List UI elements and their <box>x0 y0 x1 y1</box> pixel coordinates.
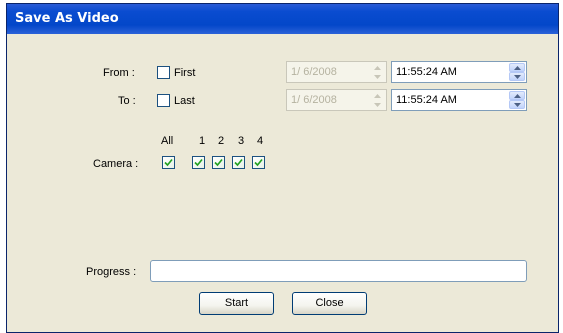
title-bar[interactable]: Save As Video <box>7 4 558 34</box>
check-icon <box>234 158 243 167</box>
save-as-video-dialog: Save As Video From : First 1/ 6/2008 11:… <box>6 3 559 333</box>
check-icon <box>254 158 263 167</box>
camera-3-checkbox[interactable] <box>232 156 245 169</box>
progress-bar <box>150 260 527 282</box>
camera-2-checkbox[interactable] <box>212 156 225 169</box>
check-icon <box>164 158 173 167</box>
camera-column-all: All <box>161 135 174 147</box>
to-time-spinner[interactable] <box>509 91 525 109</box>
to-date-picker[interactable]: 1/ 6/2008 <box>286 89 387 111</box>
first-checkbox-label: First <box>174 67 196 79</box>
close-button[interactable]: Close <box>292 292 367 315</box>
from-time-value: 11:55:24 AM <box>396 66 457 78</box>
start-button[interactable]: Start <box>199 292 274 315</box>
from-time-spinner[interactable] <box>509 63 525 81</box>
to-label: To : <box>118 95 136 107</box>
chevron-down-icon[interactable] <box>509 72 525 81</box>
progress-label: Progress : <box>86 266 137 278</box>
chevron-down-icon[interactable] <box>369 100 385 109</box>
camera-1-checkbox[interactable] <box>192 156 205 169</box>
camera-column-2: 2 <box>218 135 225 147</box>
first-checkbox[interactable] <box>157 66 170 79</box>
window-title: Save As Video <box>15 11 119 26</box>
camera-column-4: 4 <box>257 135 264 147</box>
camera-4-checkbox[interactable] <box>252 156 265 169</box>
from-date-picker[interactable]: 1/ 6/2008 <box>286 61 387 83</box>
camera-column-1: 1 <box>199 135 206 147</box>
chevron-down-icon[interactable] <box>509 100 525 109</box>
to-time-value: 11:55:24 AM <box>396 94 457 106</box>
from-date-value: 1/ 6/2008 <box>291 66 337 78</box>
from-date-spinner[interactable] <box>369 63 385 81</box>
from-label: From : <box>103 67 135 79</box>
chevron-up-icon[interactable] <box>369 91 385 100</box>
chevron-up-icon[interactable] <box>509 63 525 72</box>
chevron-down-icon[interactable] <box>369 72 385 81</box>
camera-label: Camera : <box>93 158 139 170</box>
to-time-picker[interactable]: 11:55:24 AM <box>391 89 527 111</box>
to-date-value: 1/ 6/2008 <box>291 94 337 106</box>
camera-column-3: 3 <box>238 135 245 147</box>
from-time-picker[interactable]: 11:55:24 AM <box>391 61 527 83</box>
chevron-up-icon[interactable] <box>509 91 525 100</box>
chevron-up-icon[interactable] <box>369 63 385 72</box>
last-checkbox[interactable] <box>157 94 170 107</box>
dialog-body: From : First 1/ 6/2008 11:55:24 AM To : … <box>7 34 558 332</box>
last-checkbox-label: Last <box>174 95 195 107</box>
check-icon <box>214 158 223 167</box>
to-date-spinner[interactable] <box>369 91 385 109</box>
camera-all-checkbox[interactable] <box>162 156 175 169</box>
check-icon <box>194 158 203 167</box>
